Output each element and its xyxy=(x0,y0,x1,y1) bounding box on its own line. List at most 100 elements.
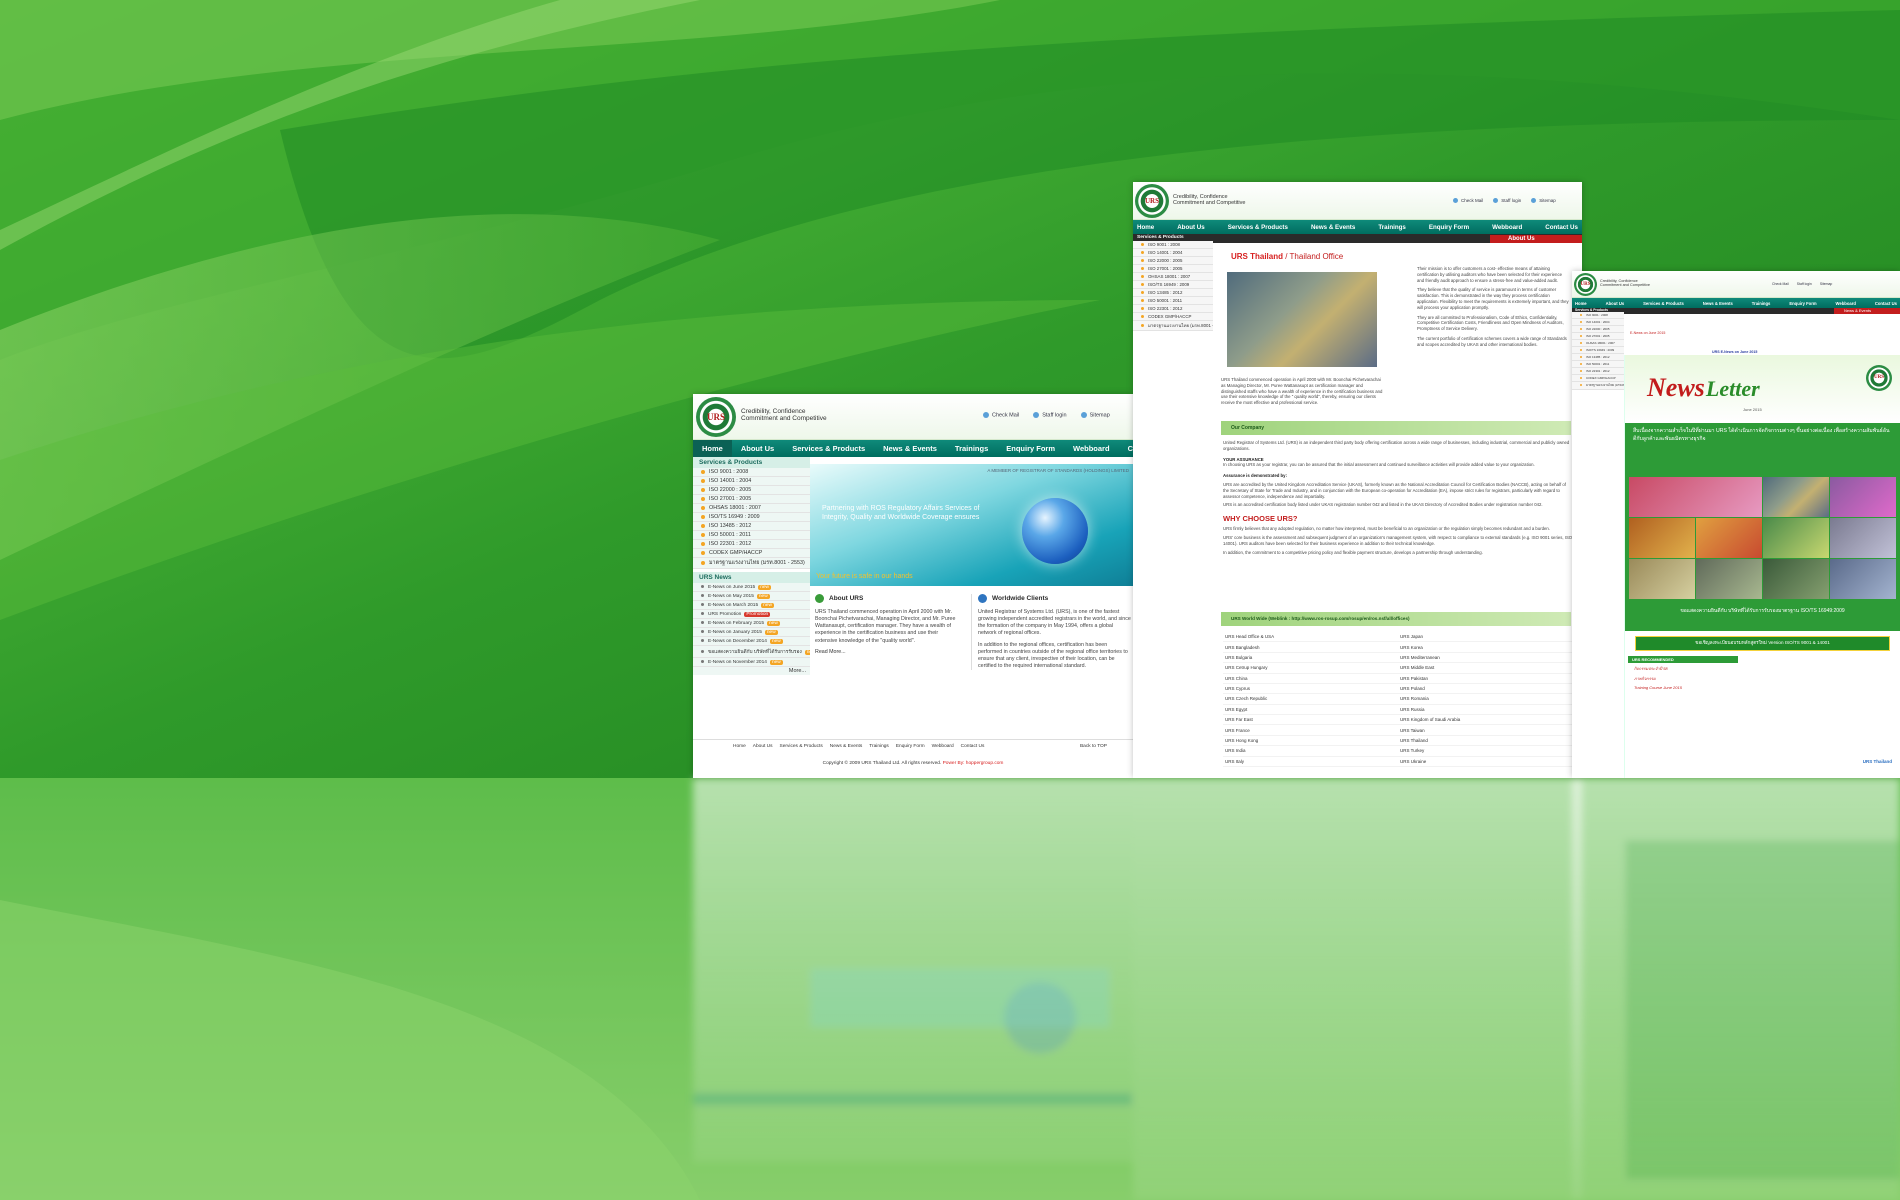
more-link[interactable]: More... xyxy=(693,667,810,675)
office-link[interactable]: URS India xyxy=(1223,746,1398,757)
staff-login-link[interactable]: Staff login xyxy=(1797,282,1812,286)
office-link[interactable]: URS Head Office & USA xyxy=(1223,632,1398,643)
office-link[interactable]: URS Poland xyxy=(1398,684,1573,695)
service-item[interactable]: ISO 13485 : 2012 xyxy=(1133,289,1213,297)
service-item[interactable]: ISO 22301 : 2012 xyxy=(1133,305,1213,313)
service-item[interactable]: มาตรฐานแรงงานไทย (มรท.8001 - 2553) xyxy=(693,558,810,569)
service-item[interactable]: ISO/TS 16949 : 2009 xyxy=(1572,347,1624,354)
nav-home[interactable]: Home xyxy=(693,440,732,457)
service-item[interactable]: มาตรฐานแรงงานไทย (มรท.8001 - 2553) xyxy=(1133,321,1213,331)
service-item[interactable]: ISO 22301 : 2012 xyxy=(693,540,810,549)
staff-login-link[interactable]: Staff login xyxy=(1033,412,1067,418)
office-link[interactable]: URS Romania xyxy=(1398,694,1573,705)
service-item[interactable]: ISO 22301 : 2012 xyxy=(1572,368,1624,375)
nav-about-us[interactable]: About Us xyxy=(1177,224,1205,231)
service-item[interactable]: ISO 22000 : 2005 xyxy=(693,486,810,495)
powered-by-link[interactable]: Power By: hoppergroup.com xyxy=(943,761,1004,766)
service-item[interactable]: ISO/TS 16949 : 2009 xyxy=(1133,281,1213,289)
news-item[interactable]: E-News on March 2015 new xyxy=(693,601,810,610)
service-item[interactable]: ISO 50001 : 2011 xyxy=(1572,361,1624,368)
footer-link[interactable]: Webboard xyxy=(932,744,954,749)
service-item[interactable]: ISO 22000 : 2005 xyxy=(1133,257,1213,265)
office-link[interactable]: URS Italy xyxy=(1223,757,1398,767)
footer-link[interactable]: About Us xyxy=(753,744,773,749)
office-link[interactable]: URS Egypt xyxy=(1223,705,1398,715)
check-mail-link[interactable]: Check Mail xyxy=(983,412,1019,418)
news-item[interactable]: ขอแสดงความยินดีกับ บริษัทที่ได้รับการรับ… xyxy=(693,646,810,658)
footer-link[interactable]: Contact Us xyxy=(961,744,985,749)
nav-contact[interactable]: Contact Us xyxy=(1875,301,1897,306)
nav-contact[interactable]: Contact Us xyxy=(1545,224,1578,231)
office-link[interactable]: URS China xyxy=(1223,674,1398,684)
nav-news-events[interactable]: News & Events xyxy=(874,444,946,453)
office-link[interactable]: URS Russia xyxy=(1398,705,1573,715)
service-item[interactable]: ISO 13485 : 2012 xyxy=(693,522,810,531)
office-link[interactable]: URS Ukraine xyxy=(1398,757,1573,767)
news-item[interactable]: E-News on February 2015 new xyxy=(693,619,810,628)
office-link[interactable]: URS Far East xyxy=(1223,715,1398,726)
service-item[interactable]: OHSAS 18001 : 2007 xyxy=(1572,340,1624,347)
office-link[interactable]: URS Cyprus xyxy=(1223,684,1398,695)
service-item[interactable]: ISO 27001 : 2005 xyxy=(1572,333,1624,340)
office-link[interactable]: URS Japan xyxy=(1398,632,1573,643)
service-item[interactable]: ISO 50001 : 2011 xyxy=(693,531,810,540)
world-wide-bar[interactable]: URS World Wide (Weblink : http://www.ros… xyxy=(1221,612,1571,626)
office-link[interactable]: URS Kingdom of Saudi Arabia xyxy=(1398,715,1573,726)
nav-webboard[interactable]: Webboard xyxy=(1492,224,1522,231)
nav-home[interactable]: Home xyxy=(1575,301,1587,306)
service-item[interactable]: OHSAS 18001 : 2007 xyxy=(1133,273,1213,281)
footer-link[interactable]: News & Events xyxy=(830,744,863,749)
recommended-item[interactable]: Training Course June 2015 xyxy=(1628,683,1738,691)
nav-webboard[interactable]: Webboard xyxy=(1836,301,1856,306)
service-item[interactable]: CODEX GMP/HACCP xyxy=(1133,313,1213,321)
sitemap-link[interactable]: Sitemap xyxy=(1820,282,1832,286)
office-link[interactable]: URS Korea xyxy=(1398,642,1573,653)
office-link[interactable]: URS Bulgaria xyxy=(1223,653,1398,664)
sitemap-link[interactable]: Sitemap xyxy=(1080,412,1110,418)
office-link[interactable]: URS Bangladesh xyxy=(1223,642,1398,653)
nav-trainings[interactable]: Trainings xyxy=(1378,224,1406,231)
service-item[interactable]: ISO 13485 : 2012 xyxy=(1572,354,1624,361)
nav-news-events[interactable]: News & Events xyxy=(1703,301,1733,306)
news-item[interactable]: E-News on November 2014 new xyxy=(693,658,810,667)
service-item[interactable]: ISO 14001 : 2004 xyxy=(693,477,810,486)
check-mail-link[interactable]: Check Mail xyxy=(1453,198,1483,204)
office-link[interactable]: URS Turkey xyxy=(1398,746,1573,757)
service-item[interactable]: CODEX GMP/HACCP xyxy=(1572,375,1624,382)
back-to-top-link[interactable]: Back to TOP xyxy=(1080,744,1107,749)
staff-login-link[interactable]: Staff login xyxy=(1493,198,1521,204)
service-item[interactable]: ISO 14001 : 2004 xyxy=(1572,319,1624,326)
nav-contact[interactable]: Contact Us xyxy=(1119,444,1133,453)
footer-link[interactable]: Services & Products xyxy=(780,744,823,749)
promo-banner[interactable]: ขอเชิญลงทะเบียนอบรมหลักสูตรใหม่ Version … xyxy=(1635,636,1890,651)
service-item[interactable]: ISO 9001 : 2008 xyxy=(1572,312,1624,319)
office-link[interactable]: URS Pakistan xyxy=(1398,674,1573,684)
footer-link[interactable]: Enquiry Form xyxy=(896,744,925,749)
news-item[interactable]: E-News on May 2015 new xyxy=(693,592,810,601)
service-item[interactable]: ISO 9001 : 2008 xyxy=(693,468,810,477)
nav-trainings[interactable]: Trainings xyxy=(946,444,997,453)
read-more-link[interactable]: Read More... xyxy=(815,649,960,655)
nav-services[interactable]: Services & Products xyxy=(783,444,874,453)
service-item[interactable]: ISO 27001 : 2005 xyxy=(693,495,810,504)
service-item[interactable]: CODEX GMP/HACCP xyxy=(693,549,810,558)
service-item[interactable]: ISO 14001 : 2004 xyxy=(1133,249,1213,257)
service-item[interactable]: OHSAS 18001 : 2007 xyxy=(693,504,810,513)
service-item[interactable]: มาตรฐานแรงงานไทย (มรท.8001 - 2553) xyxy=(1572,382,1624,390)
nav-webboard[interactable]: Webboard xyxy=(1064,444,1119,453)
nav-home[interactable]: Home xyxy=(1137,224,1154,231)
nav-about-us[interactable]: About Us xyxy=(1606,301,1625,306)
news-item[interactable]: E-News on December 2014 new xyxy=(693,637,810,646)
service-item[interactable]: ISO 27001 : 2005 xyxy=(1133,265,1213,273)
office-link[interactable]: URS Middle East xyxy=(1398,663,1573,674)
office-link[interactable]: URS Cetrup Hungary xyxy=(1223,663,1398,674)
office-link[interactable]: URS Taiwan xyxy=(1398,725,1573,736)
office-link[interactable]: URS Mediterranean xyxy=(1398,653,1573,664)
footer-link[interactable]: Home xyxy=(733,744,746,749)
news-item[interactable]: E-News on June 2015 new xyxy=(693,583,810,592)
service-item[interactable]: ISO 22000 : 2005 xyxy=(1572,326,1624,333)
nav-enquiry[interactable]: Enquiry Form xyxy=(997,444,1064,453)
nav-services[interactable]: Services & Products xyxy=(1643,301,1684,306)
nav-enquiry[interactable]: Enquiry Form xyxy=(1789,301,1816,306)
service-item[interactable]: ISO 50001 : 2011 xyxy=(1133,297,1213,305)
